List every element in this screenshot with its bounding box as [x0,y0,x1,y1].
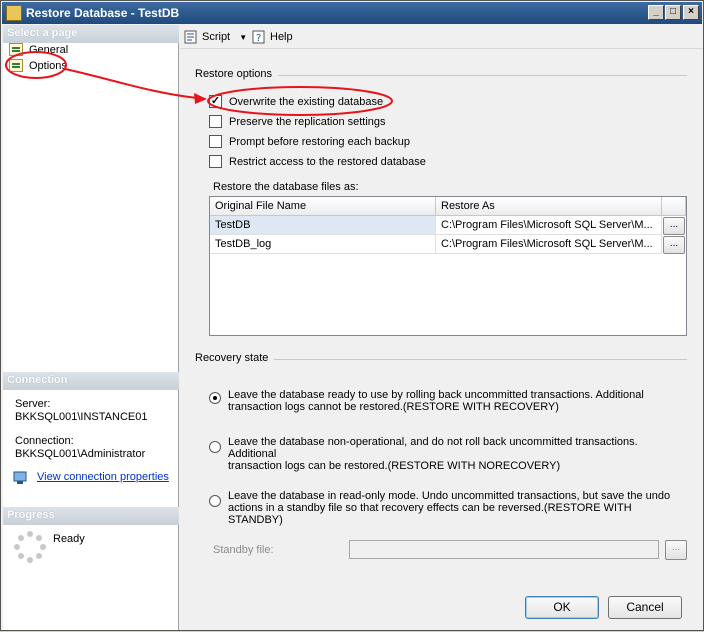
overwrite-label: Overwrite the existing database [229,96,384,108]
recovery-option-line: Leave the database non-operational, and … [228,436,638,460]
connection-properties-icon [13,471,29,485]
browse-file-button[interactable]: ... [663,217,685,235]
standby-file-input[interactable] [349,540,659,559]
close-button[interactable]: × [683,5,699,20]
recovery-option-label: Leave the database ready to use by rolli… [228,389,686,413]
progress-status: Ready [53,533,85,545]
help-label: Help [270,31,293,43]
recovery-option-line: transaction logs can be restored.(RESTOR… [228,460,561,472]
page-item-general[interactable]: General [9,42,68,58]
left-pane: Select a page General Options Connection… [3,25,179,630]
table-row-original[interactable]: TestDB [210,216,436,235]
restore-files-grid: Original File Name Restore As TestDB C:\… [209,196,687,336]
recovery-option-line: Leave the database in read-only mode. Un… [228,490,671,502]
chevron-down-icon: ▼ [239,33,248,42]
view-connection-properties-link[interactable]: View connection properties [37,471,169,484]
preserve-replication-checkbox[interactable] [209,115,222,128]
restrict-access-label: Restrict access to the restored database [229,156,426,168]
connection-header: Connection [3,372,179,390]
svg-text:?: ? [256,33,261,44]
norecovery-radio[interactable] [209,441,221,453]
page-icon [9,59,23,72]
help-icon: ? [252,30,265,44]
table-row-original[interactable]: TestDB_log [210,235,436,254]
server-label: Server: [15,398,51,410]
toolbar: Script ▼ ? Help [180,25,703,49]
title-bar: Restore Database - TestDB _ □ × [2,2,702,24]
page-item-label: Options [29,60,67,72]
ok-button[interactable]: OK [525,596,599,619]
restore-files-label: Restore the database files as: [213,181,359,193]
page-icon [9,43,23,56]
connection-value: BKKSQL001\Administrator [15,448,146,460]
column-header-browse [662,197,686,216]
restore-database-dialog: Restore Database - TestDB _ □ × Select a… [0,0,704,631]
recovery-option-line: transaction logs cannot be restored.(RES… [228,401,559,413]
progress-header: Progress [3,507,179,525]
server-value: BKKSQL001\INSTANCE01 [15,411,148,423]
script-icon [184,30,197,44]
restrict-access-checkbox[interactable] [209,155,222,168]
prompt-before-restore-checkbox[interactable] [209,135,222,148]
preserve-replication-label: Preserve the replication settings [229,116,386,128]
standby-radio[interactable] [209,495,221,507]
standby-option-label: Leave the database in read-only mode. Un… [228,490,686,526]
cancel-button[interactable]: Cancel [608,596,682,619]
minimize-button[interactable]: _ [648,5,664,20]
table-row-restore-as[interactable]: C:\Program Files\Microsoft SQL Server\M.… [436,235,662,254]
recovery-option-line: actions in a standby file so that recove… [228,502,632,526]
overwrite-checkbox[interactable]: ✓ [209,95,222,108]
standby-browse-button[interactable]: ... [665,540,687,560]
browse-file-button[interactable]: ... [663,236,685,254]
recovery-option-line: Leave the database ready to use by rolli… [228,389,644,401]
progress-spinner-icon [13,530,47,564]
script-button[interactable]: Script ▼ [182,28,247,46]
window-title: Restore Database - TestDB [26,6,180,20]
column-header-restore-as[interactable]: Restore As [436,197,662,216]
page-item-label: General [29,44,69,56]
maximize-button[interactable]: □ [665,5,681,20]
connection-label: Connection: [15,435,74,447]
norecovery-option-label: Leave the database non-operational, and … [228,436,686,472]
column-header-original[interactable]: Original File Name [210,197,436,216]
table-row-restore-as[interactable]: C:\Program Files\Microsoft SQL Server\M.… [436,216,662,235]
select-page-header: Select a page [3,25,179,43]
restore-options-label: Restore options [195,68,279,80]
recovery-radio[interactable] [209,392,221,404]
standby-file-label: Standby file: [213,544,274,556]
page-item-options[interactable]: Options [9,58,67,74]
recovery-state-label: Recovery state [195,352,275,364]
prompt-before-restore-label: Prompt before restoring each backup [229,136,410,148]
database-icon [6,5,22,21]
help-button[interactable]: ? Help [250,28,293,46]
script-label: Script [202,31,231,43]
